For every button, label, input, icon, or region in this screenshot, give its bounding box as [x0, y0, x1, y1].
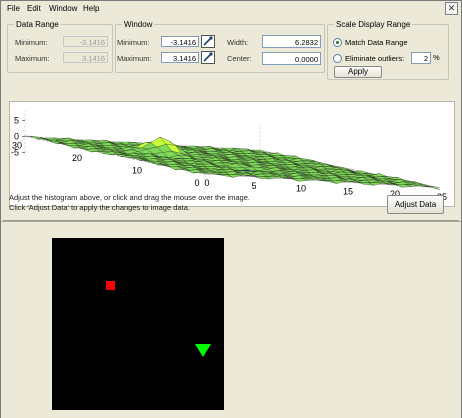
min-eyedropper-button[interactable] [201, 35, 215, 48]
max-eyedropper-button[interactable] [201, 51, 215, 64]
data-min-label: Minimum: [15, 38, 48, 47]
percent-label: % [433, 53, 440, 62]
close-icon[interactable]: ✕ [445, 2, 458, 15]
window-max-label: Maximum: [117, 54, 152, 63]
menu-file[interactable]: File [7, 4, 20, 13]
hint-line-1: Adjust the histogram above, or click and… [9, 193, 250, 202]
histogram-plot[interactable]: 50-505101520250102030 [9, 101, 455, 207]
width-field[interactable]: 6.2832 [262, 35, 321, 48]
x-tick-label: 0 [204, 178, 209, 188]
menu-edit[interactable]: Edit [27, 4, 41, 13]
match-data-range-radio[interactable] [333, 38, 342, 47]
image-canvas[interactable] [52, 238, 224, 410]
image-display-area [1, 221, 461, 418]
scale-display-title: Scale Display Range [336, 20, 411, 29]
contrast-panel: Data Range Minimum: -3.1416 Maximum: 3.1… [3, 17, 459, 221]
y-tick-label: 0 [194, 178, 199, 188]
window-max-field[interactable]: 3.1416 [161, 52, 199, 63]
x-tick-label: 15 [343, 186, 353, 196]
image-tool-window: File Edit Window Help ✕ Data Range Minim… [0, 0, 462, 418]
match-data-range-label: Match Data Range [345, 38, 408, 47]
surface-chart: 50-505101520250102030 [11, 110, 447, 202]
width-label: Width: [227, 38, 249, 47]
y-tick-label: 30 [12, 141, 22, 151]
menu-window[interactable]: Window [49, 4, 77, 13]
window-min-field[interactable]: -3.1416 [161, 36, 199, 47]
x-tick-label: 10 [296, 184, 306, 194]
data-range-title: Data Range [16, 20, 59, 29]
data-max-label: Maximum: [15, 54, 50, 63]
outliers-percent-field[interactable]: 2 [411, 52, 431, 64]
eyedropper-icon [203, 36, 213, 46]
window-title: Window [124, 20, 153, 29]
center-label: Center: [227, 54, 252, 63]
hint-line-2: Click 'Adjust Data' to apply the changes… [9, 203, 190, 212]
y-tick-label: 20 [72, 153, 82, 163]
green-triangle-marker [195, 344, 211, 357]
adjust-data-button[interactable]: Adjust Data [387, 195, 444, 214]
window-min-label: Minimum: [117, 38, 150, 47]
data-min-field: -3.1416 [63, 36, 108, 47]
eyedropper-icon [203, 52, 213, 62]
eliminate-outliers-radio[interactable] [333, 54, 342, 63]
red-square-marker [106, 281, 115, 290]
data-max-field: 3.1416 [63, 52, 108, 63]
apply-button[interactable]: Apply [334, 66, 382, 78]
menu-help[interactable]: Help [83, 4, 99, 13]
x-tick-label: 5 [251, 181, 256, 191]
y-tick-label: 10 [132, 166, 142, 176]
center-field[interactable]: 0.0000 [262, 52, 321, 65]
eliminate-outliers-label: Eliminate outliers: [345, 54, 405, 63]
menu-bar: File Edit Window Help ✕ [1, 1, 461, 16]
z-tick-label: 5 [14, 116, 19, 126]
